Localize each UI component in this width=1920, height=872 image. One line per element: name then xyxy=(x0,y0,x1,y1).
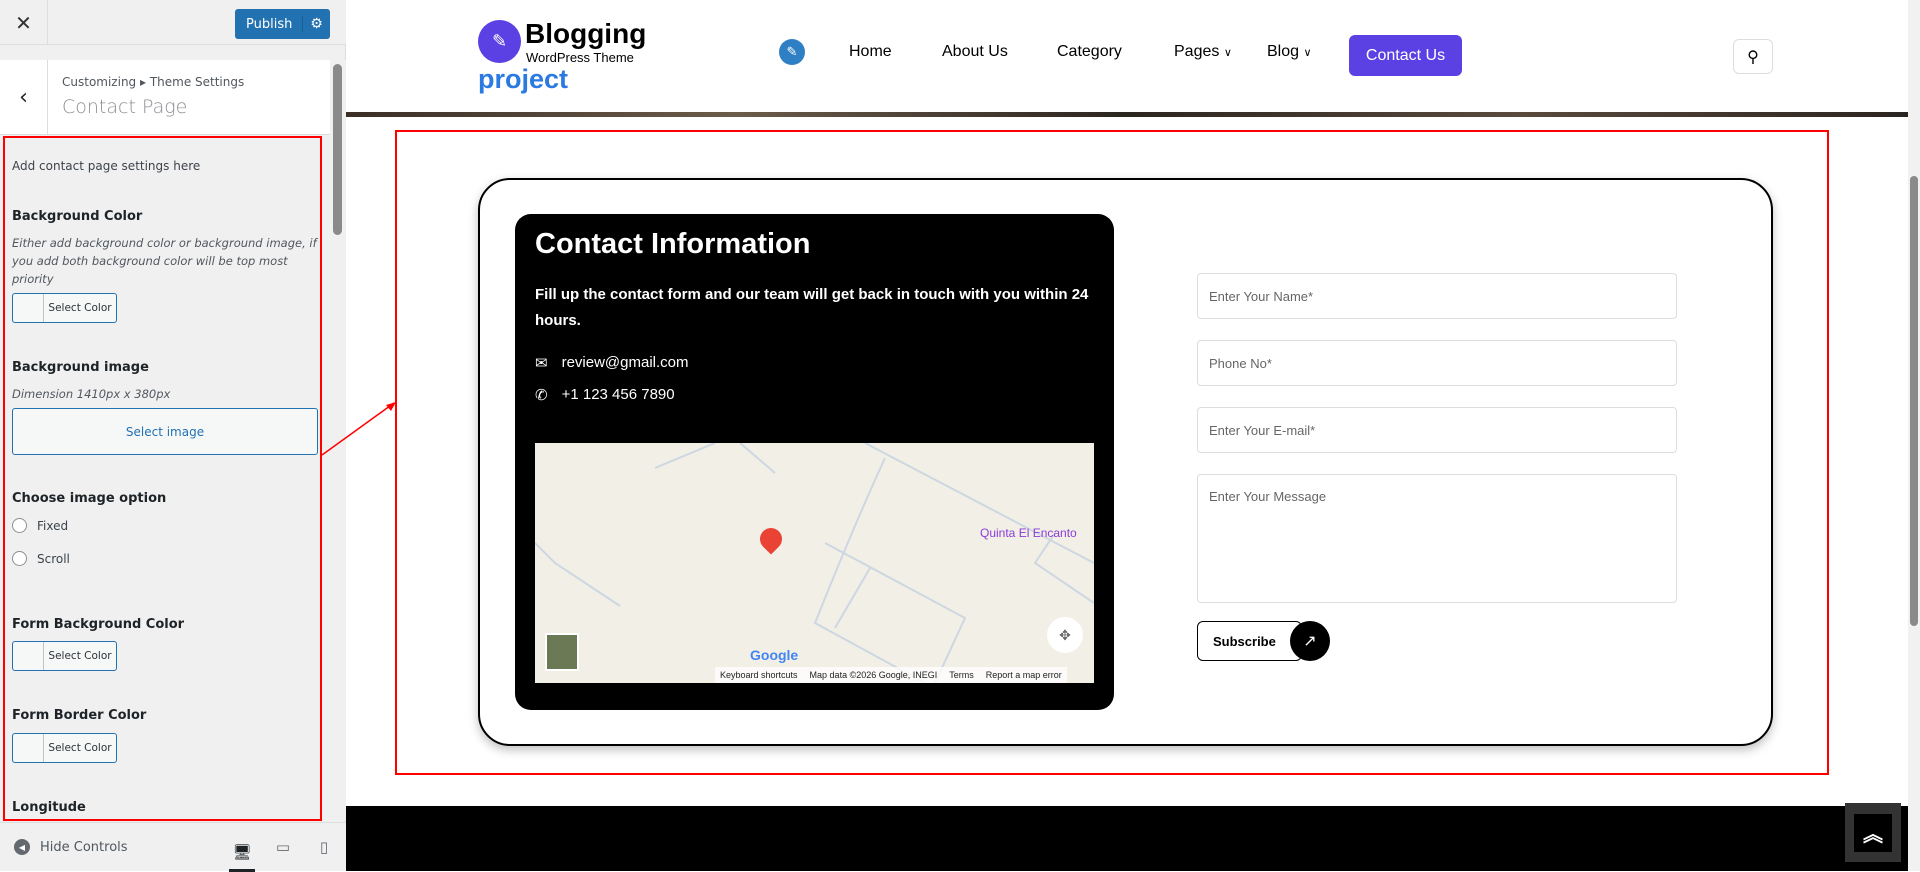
logo-title[interactable]: Blogging xyxy=(525,18,646,50)
form-bg-color-label: Form Background Color xyxy=(12,617,185,632)
section-description: Add contact page settings here xyxy=(12,159,201,173)
radio-fixed[interactable]: Fixed xyxy=(12,518,68,533)
mobile-preview-icon[interactable]: ▯ xyxy=(311,834,337,860)
google-logo: Google xyxy=(750,647,799,663)
terms-link[interactable]: Terms xyxy=(949,670,974,680)
publish-button[interactable]: Publish ⚙ xyxy=(235,9,330,39)
bg-color-select-button[interactable]: Select Color xyxy=(12,293,117,323)
keyboard-shortcuts-link[interactable]: Keyboard shortcuts xyxy=(720,670,798,680)
customizer-topbar: ✕ Publish ⚙ xyxy=(0,0,346,45)
phone-input[interactable]: Phone No* xyxy=(1197,340,1677,386)
close-customizer-button[interactable]: ✕ xyxy=(0,0,48,45)
back-to-top-button[interactable]: ︽ xyxy=(1845,803,1901,862)
phone-icon: ✆ xyxy=(535,387,548,404)
tablet-preview-icon[interactable]: ▭ xyxy=(270,834,296,860)
select-color-label: Select Color xyxy=(48,302,112,314)
form-border-color-select-button[interactable]: Select Color xyxy=(12,733,117,763)
radio-scroll[interactable]: Scroll xyxy=(12,551,70,566)
chevron-left-icon: ‹ xyxy=(19,85,28,110)
name-input[interactable]: Enter Your Name* xyxy=(1197,273,1677,319)
email-input[interactable]: Enter Your E-mail* xyxy=(1197,407,1677,453)
search-button[interactable]: ⚲ xyxy=(1733,39,1773,74)
bg-color-label: Background Color xyxy=(12,209,143,224)
radio-label: Scroll xyxy=(37,551,70,566)
message-textarea[interactable]: Enter Your Message xyxy=(1197,474,1677,603)
logo-subtitle: WordPress Theme xyxy=(526,50,634,65)
collapse-icon: ◀ xyxy=(14,839,30,855)
pencil-icon[interactable]: ✎ xyxy=(779,39,805,65)
nav-category[interactable]: Category xyxy=(1057,43,1122,61)
site-name[interactable]: project xyxy=(478,64,568,95)
contact-us-button[interactable]: Contact Us xyxy=(1349,35,1462,76)
sidebar-scrollbar-thumb[interactable] xyxy=(333,64,342,235)
site-footer xyxy=(346,806,1908,871)
map-data-text: Map data ©2026 Google, INEGI xyxy=(809,670,938,680)
search-icon: ⚲ xyxy=(1747,48,1759,66)
nav-pages-label: Pages xyxy=(1174,43,1220,60)
select-color-label: Select Color xyxy=(48,650,112,662)
email-text: review@gmail.com xyxy=(561,354,689,371)
nav-home[interactable]: Home xyxy=(849,43,892,61)
subscribe-button[interactable]: Subscribe xyxy=(1197,621,1302,661)
contact-phone[interactable]: ✆ +1 123 456 7890 xyxy=(535,386,675,404)
report-map-error-link[interactable]: Report a map error xyxy=(986,670,1062,680)
preview-scrollbar[interactable] xyxy=(1908,0,1920,871)
contact-title: Contact Information xyxy=(535,228,811,260)
map-roads xyxy=(535,443,1094,683)
annotation-arrow xyxy=(321,402,396,456)
gear-icon[interactable]: ⚙ xyxy=(302,16,330,32)
customizer-sidebar: ✕ Publish ⚙ ‹ Customizing ▸ Theme Settin… xyxy=(0,0,346,872)
contact-email[interactable]: ✉ review@gmail.com xyxy=(535,354,689,372)
google-map[interactable]: Quinta El Encanto ✥ Google Keyboard shor… xyxy=(535,443,1094,683)
radio-button[interactable] xyxy=(12,551,27,566)
customizer-footer: ◀ Hide Controls 🖥 ▭ ▯ xyxy=(0,822,346,872)
bg-image-label: Background image xyxy=(12,360,149,375)
bg-image-note: Dimension 1410px x 380px xyxy=(12,387,171,401)
color-swatch xyxy=(13,734,44,762)
color-swatch xyxy=(13,642,44,670)
satellite-toggle[interactable] xyxy=(545,633,579,671)
nav-blog-label: Blog xyxy=(1267,43,1300,60)
select-color-label: Select Color xyxy=(48,742,112,754)
close-icon: ✕ xyxy=(15,10,32,35)
nav-pages[interactable]: Pages ∨ xyxy=(1174,43,1232,61)
chevron-down-icon: ∨ xyxy=(1223,47,1232,59)
map-pan-control-icon[interactable]: ✥ xyxy=(1047,617,1083,653)
back-button[interactable]: ‹ xyxy=(0,60,48,135)
arrow-up-right-icon[interactable]: ↗ xyxy=(1290,621,1330,661)
double-chevron-up-icon: ︽ xyxy=(1854,813,1892,852)
preview-scrollbar-thumb[interactable] xyxy=(1910,176,1918,626)
nav-blog[interactable]: Blog ∨ xyxy=(1267,43,1312,61)
map-footer: Keyboard shortcuts Map data ©2026 Google… xyxy=(715,667,1067,683)
chevron-down-icon: ∨ xyxy=(1303,47,1312,59)
longitude-label: Longitude xyxy=(12,800,86,815)
form-border-color-label: Form Border Color xyxy=(12,708,147,723)
nav-about-us[interactable]: About Us xyxy=(942,43,1008,61)
hide-controls-button[interactable]: ◀ Hide Controls xyxy=(14,839,128,855)
contact-text: Fill up the contact form and our team wi… xyxy=(535,286,1089,329)
radio-button[interactable] xyxy=(12,518,27,533)
map-place-label[interactable]: Quinta El Encanto xyxy=(980,526,1077,540)
logo-icon[interactable]: ✎ xyxy=(478,20,521,63)
envelope-icon: ✉ xyxy=(535,355,548,372)
select-image-button[interactable]: Select image xyxy=(12,408,318,455)
hide-controls-label: Hide Controls xyxy=(40,839,128,855)
section-title: Contact Page xyxy=(62,96,188,118)
desktop-preview-icon[interactable]: 🖥 xyxy=(229,834,255,872)
image-option-label: Choose image option xyxy=(12,491,167,506)
hero-image-strip xyxy=(346,112,1908,117)
bg-color-note: Either add background color or backgroun… xyxy=(12,236,317,286)
phone-text: +1 123 456 7890 xyxy=(561,386,675,403)
color-swatch xyxy=(13,294,44,322)
radio-label: Fixed xyxy=(37,518,69,533)
publish-label[interactable]: Publish xyxy=(235,17,302,32)
breadcrumb: Customizing ▸ Theme Settings xyxy=(62,75,245,89)
form-bg-color-select-button[interactable]: Select Color xyxy=(12,641,117,671)
section-header: ‹ Customizing ▸ Theme Settings Contact P… xyxy=(0,60,330,135)
